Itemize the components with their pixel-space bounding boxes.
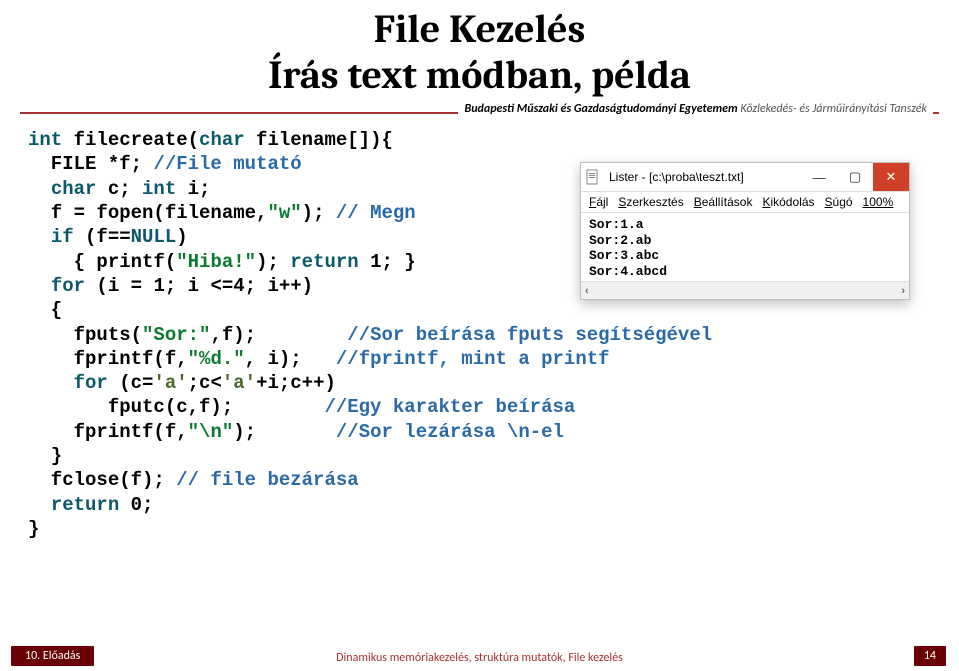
file-line: Sor:2.ab bbox=[589, 233, 901, 249]
code-token: "Sor:" bbox=[142, 324, 210, 346]
code-token: (f== bbox=[74, 226, 131, 248]
code-token: return bbox=[51, 494, 119, 516]
lister-scrollbar[interactable]: ‹ › bbox=[581, 281, 909, 299]
code-token: //Egy karakter beírása bbox=[324, 396, 575, 418]
code-token: // file bezárása bbox=[176, 469, 358, 491]
code-token: +i;c++) bbox=[256, 372, 336, 394]
code-token: int bbox=[142, 178, 176, 200]
code-token: ;c< bbox=[188, 372, 222, 394]
lister-menu: Fájl Szerkesztés Beállítások Kikódolás S… bbox=[581, 191, 909, 213]
code-token: char bbox=[51, 178, 97, 200]
code-token bbox=[256, 421, 336, 443]
code-token: c; bbox=[96, 178, 142, 200]
maximize-button[interactable]: ▢ bbox=[837, 163, 873, 191]
university-name: Budapesti Műszaki és Gazdaságtudományi E… bbox=[464, 102, 737, 116]
code-token: 1; } bbox=[359, 251, 416, 273]
code-token: f = fopen(filename, bbox=[28, 202, 267, 224]
code-token: int bbox=[28, 129, 62, 151]
code-token: "%d." bbox=[188, 348, 245, 370]
code-token: char bbox=[199, 129, 245, 151]
code-token: return bbox=[290, 251, 358, 273]
code-token: "Hiba!" bbox=[176, 251, 256, 273]
menu-edit[interactable]: Szerkesztés bbox=[618, 195, 683, 209]
code-token bbox=[302, 348, 336, 370]
code-token: 0; bbox=[119, 494, 153, 516]
code-token: (c= bbox=[108, 372, 154, 394]
code-token bbox=[28, 226, 51, 248]
code-token: ,f); bbox=[210, 324, 256, 346]
menu-encode[interactable]: Kikódolás bbox=[762, 195, 814, 209]
menu-help[interactable]: Súgó bbox=[825, 195, 853, 209]
code-token: } bbox=[28, 518, 39, 540]
code-token: 'a' bbox=[222, 372, 256, 394]
slide: File Kezelés Írás text módban, példa Bud… bbox=[0, 0, 959, 671]
minimize-button[interactable]: — bbox=[801, 163, 837, 191]
divider: Budapesti Műszaki és Gazdaságtudományi E… bbox=[0, 104, 959, 122]
code-token: ); bbox=[233, 421, 256, 443]
code-token: "w" bbox=[267, 202, 301, 224]
code-token: filename[]){ bbox=[245, 129, 393, 151]
title-line-1: File Kezelés bbox=[0, 6, 959, 52]
file-line: Sor:4.abcd bbox=[589, 264, 901, 280]
code-token bbox=[256, 324, 347, 346]
code-token: (i = 1; i <=4; i++) bbox=[85, 275, 313, 297]
title-block: File Kezelés Írás text módban, példa bbox=[0, 0, 959, 98]
menu-options[interactable]: Beállítások bbox=[694, 195, 753, 209]
department-name: Közlekedés- és Járműirányítási Tanszék bbox=[740, 102, 927, 116]
code-token: ); bbox=[256, 251, 290, 273]
file-line: Sor:1.a bbox=[589, 217, 901, 233]
code-token: NULL bbox=[131, 226, 177, 248]
document-icon bbox=[581, 163, 605, 191]
code-token: //File mutató bbox=[153, 153, 301, 175]
code-token: fprintf(f, bbox=[28, 421, 188, 443]
menu-file[interactable]: Fájl bbox=[589, 195, 608, 209]
code-token bbox=[233, 396, 324, 418]
code-token: for bbox=[51, 275, 85, 297]
code-token: { printf( bbox=[28, 251, 176, 273]
lister-body: Sor:1.a Sor:2.ab Sor:3.abc Sor:4.abcd bbox=[581, 213, 909, 281]
code-token: FILE *f; bbox=[28, 153, 153, 175]
code-token: , i); bbox=[245, 348, 302, 370]
code-token: fputs( bbox=[28, 324, 142, 346]
code-token bbox=[28, 372, 74, 394]
menu-zoom[interactable]: 100% bbox=[863, 195, 894, 209]
code-token: fprintf(f, bbox=[28, 348, 188, 370]
code-token: ); bbox=[302, 202, 336, 224]
code-token: ) bbox=[176, 226, 187, 248]
code-token: //fprintf, mint a printf bbox=[336, 348, 610, 370]
footer-caption: Dinamikus memóriakezelés, struktúra muta… bbox=[0, 651, 959, 665]
code-token: } bbox=[28, 445, 62, 467]
code-token: 'a' bbox=[153, 372, 187, 394]
code-token: for bbox=[74, 372, 108, 394]
lister-titlebar[interactable]: Lister - [c:\proba\teszt.txt] — ▢ ✕ bbox=[581, 163, 909, 191]
scroll-left-icon[interactable]: ‹ bbox=[585, 285, 589, 297]
close-button[interactable]: ✕ bbox=[873, 163, 909, 191]
title-line-2: Írás text módban, példa bbox=[0, 52, 959, 98]
code-token bbox=[28, 275, 51, 297]
code-token: fputc(c,f); bbox=[28, 396, 233, 418]
code-token: i; bbox=[176, 178, 210, 200]
code-token: "\n" bbox=[188, 421, 234, 443]
code-token: fclose(f); bbox=[28, 469, 176, 491]
code-token: // Megn bbox=[336, 202, 416, 224]
code-token bbox=[28, 178, 51, 200]
code-token: { bbox=[28, 299, 62, 321]
scroll-right-icon[interactable]: › bbox=[901, 285, 905, 297]
page-number-badge: 14 bbox=[913, 645, 947, 667]
lister-title: Lister - [c:\proba\teszt.txt] bbox=[605, 163, 801, 191]
file-line: Sor:3.abc bbox=[589, 248, 901, 264]
lister-window: Lister - [c:\proba\teszt.txt] — ▢ ✕ Fájl… bbox=[580, 162, 910, 300]
code-token: filecreate( bbox=[62, 129, 199, 151]
divider-label: Budapesti Műszaki és Gazdaságtudományi E… bbox=[458, 102, 933, 116]
code-token: //Sor beírása fputs segítségével bbox=[347, 324, 712, 346]
code-token: if bbox=[51, 226, 74, 248]
code-token bbox=[28, 494, 51, 516]
footer: 10. Előadás Dinamikus memóriakezelés, st… bbox=[0, 641, 959, 671]
code-token: //Sor lezárása \n-el bbox=[336, 421, 564, 443]
